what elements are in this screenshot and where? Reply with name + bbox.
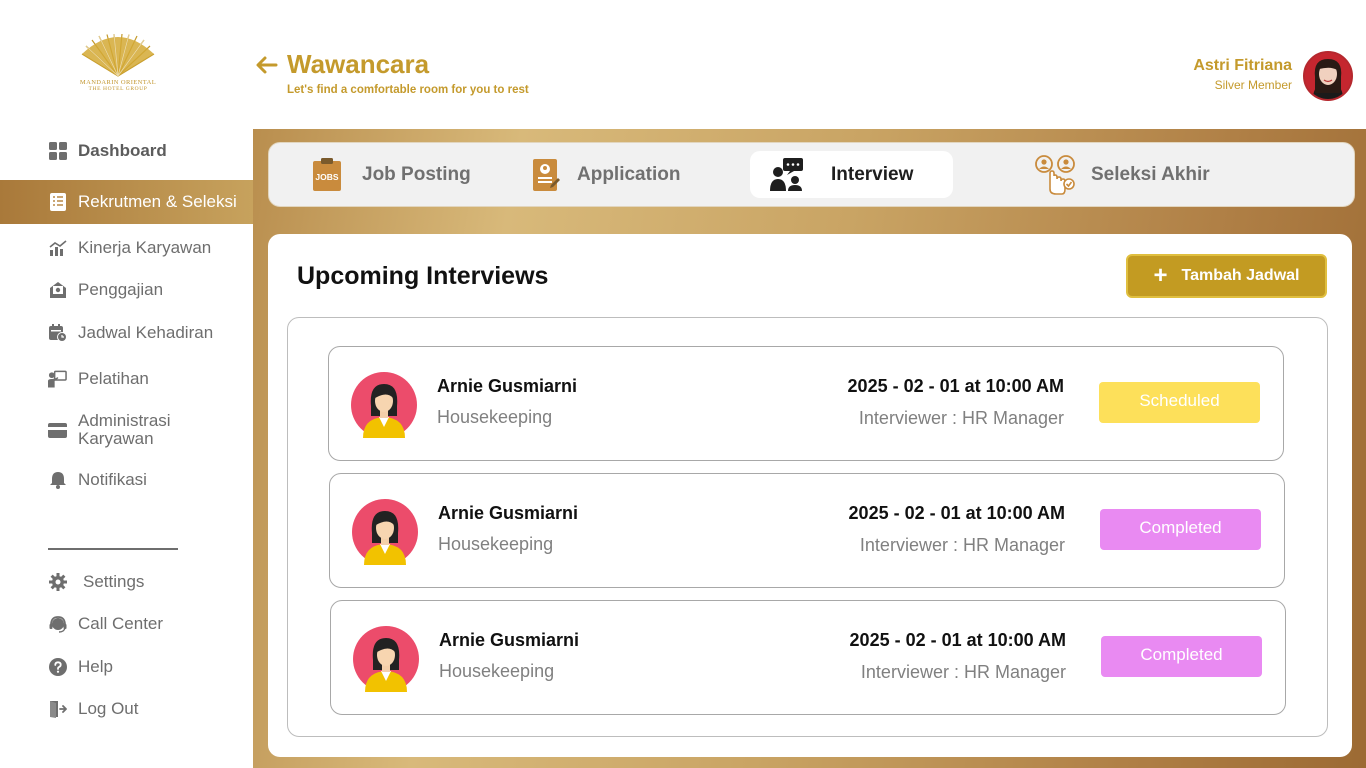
add-schedule-label: Tambah Jadwal — [1181, 267, 1300, 284]
sidebar-item-label: Help — [78, 657, 113, 676]
sidebar-divider — [48, 548, 178, 550]
headset-icon — [48, 615, 67, 634]
application-icon — [531, 156, 561, 194]
add-schedule-button[interactable]: + Tambah Jadwal — [1126, 254, 1327, 298]
training-icon — [48, 370, 67, 389]
help-icon — [48, 658, 67, 677]
bell-icon — [48, 471, 67, 490]
sidebar-item-label: Rekrutmen & Seleksi — [78, 192, 237, 211]
candidate-avatar-icon — [352, 499, 418, 565]
status-badge[interactable]: Completed — [1101, 636, 1262, 677]
interview-datetime: 2025 - 02 - 01 at 10:00 AM — [848, 503, 1065, 523]
sidebar-item-help[interactable]: Help — [0, 656, 253, 678]
tab-label: Application — [577, 163, 681, 185]
sidebar-item-pelatihan[interactable]: Pelatihan — [0, 368, 253, 390]
sidebar-item-logout[interactable]: Log Out — [0, 698, 253, 720]
tab-label: Job Posting — [362, 163, 471, 185]
sidebar-item-settings[interactable]: Settings — [0, 571, 253, 593]
candidate-name: Arnie Gusmiarni — [437, 376, 578, 396]
sidebar-item-administrasi-karyawan[interactable]: Administrasi Karyawan — [0, 411, 253, 449]
candidate-avatar-icon — [353, 626, 419, 692]
tab-job-posting[interactable]: JOBS Job Posting — [310, 151, 471, 198]
logo-wordmark: MANDARIN ORIENTAL — [79, 79, 157, 86]
gear-icon — [48, 573, 67, 592]
selection-icon — [1034, 154, 1076, 195]
sidebar-item-jadwal-kehadiran[interactable]: Jadwal Kehadiran — [0, 322, 253, 344]
interview-datetime: 2025 - 02 - 01 at 10:00 AM — [847, 376, 1064, 396]
fan-logo-icon — [81, 34, 155, 77]
brand-logo: MANDARIN ORIENTAL THE HOTEL GROUP — [72, 34, 164, 98]
sidebar-item-rekrutmen-seleksi[interactable]: Rekrutmen & Seleksi — [0, 180, 253, 224]
sidebar-item-notifikasi[interactable]: Notifikasi — [0, 469, 253, 491]
sidebar-item-label: Log Out — [78, 699, 139, 718]
candidate-name: Arnie Gusmiarni — [439, 630, 580, 650]
sidebar-item-label: Penggajian — [78, 280, 164, 299]
user-tier: Silver Member — [1214, 78, 1292, 92]
interview-datetime: 2025 - 02 - 01 at 10:00 AM — [849, 630, 1066, 650]
candidate-department: Housekeeping — [438, 534, 554, 554]
interviewer: Interviewer : HR Manager — [858, 408, 1064, 428]
document-list-icon — [48, 193, 67, 212]
interview-row[interactable]: Arnie Gusmiarni Housekeeping 2025 - 02 -… — [329, 473, 1285, 588]
candidate-department: Housekeeping — [439, 661, 555, 681]
tab-seleksi-akhir[interactable]: Seleksi Akhir — [1034, 151, 1210, 198]
status-badge[interactable]: Completed — [1100, 509, 1261, 550]
back-arrow-icon[interactable] — [254, 52, 280, 78]
sidebar-item-label: Call Center — [78, 614, 164, 633]
calendar-clock-icon — [48, 324, 67, 343]
plus-icon: + — [1153, 262, 1168, 289]
sidebar-item-label: Pelatihan — [78, 369, 149, 388]
sidebar-item-label: Jadwal Kehadiran — [78, 323, 214, 342]
tab-interview[interactable]: Interview — [750, 151, 953, 198]
payroll-icon — [48, 281, 67, 300]
page-title: Wawancara — [287, 49, 430, 79]
interviewer: Interviewer : HR Manager — [860, 662, 1066, 682]
tab-label: Seleksi Akhir — [1091, 163, 1210, 185]
interviewer: Interviewer : HR Manager — [859, 535, 1065, 555]
tab-application[interactable]: Application — [531, 151, 680, 198]
user-name: Astri Fitriana — [1193, 57, 1292, 74]
candidate-avatar-icon — [351, 372, 417, 438]
logo-tagline: THE HOTEL GROUP — [88, 86, 148, 92]
status-badge[interactable]: Scheduled — [1099, 382, 1260, 423]
section-title: Upcoming Interviews — [297, 262, 549, 290]
interview-row[interactable]: Arnie Gusmiarni Housekeeping 2025 - 02 -… — [328, 346, 1284, 461]
sidebar-item-label: Kinerja Karyawan — [78, 238, 212, 257]
user-avatar[interactable] — [1303, 51, 1353, 101]
tab-label: Interview — [831, 163, 914, 185]
jobs-icon: JOBS — [310, 157, 346, 193]
sidebar-item-label: Dashboard — [78, 141, 167, 160]
card-icon — [48, 421, 67, 440]
sidebar-item-call-center[interactable]: Call Center — [0, 613, 253, 635]
sidebar-item-dashboard[interactable]: Dashboard — [0, 131, 253, 171]
svg-text:JOBS: JOBS — [315, 172, 338, 182]
sidebar-item-label: Administrasi Karyawan — [78, 411, 171, 448]
sidebar-item-kinerja-karyawan[interactable]: Kinerja Karyawan — [0, 237, 253, 259]
sidebar-item-penggajian[interactable]: Penggajian — [0, 279, 253, 301]
sidebar-item-label: Notifikasi — [78, 470, 147, 489]
chart-icon — [48, 239, 67, 258]
logout-icon — [48, 700, 67, 719]
page-subtitle: Let's find a comfortable room for you to… — [287, 84, 529, 96]
candidate-name: Arnie Gusmiarni — [438, 503, 579, 523]
interview-row[interactable]: Arnie Gusmiarni Housekeeping 2025 - 02 -… — [330, 600, 1286, 715]
sidebar-item-label: Settings — [83, 572, 145, 591]
dashboard-icon — [48, 142, 67, 161]
candidate-department: Housekeeping — [437, 407, 553, 427]
interview-icon — [770, 157, 804, 192]
